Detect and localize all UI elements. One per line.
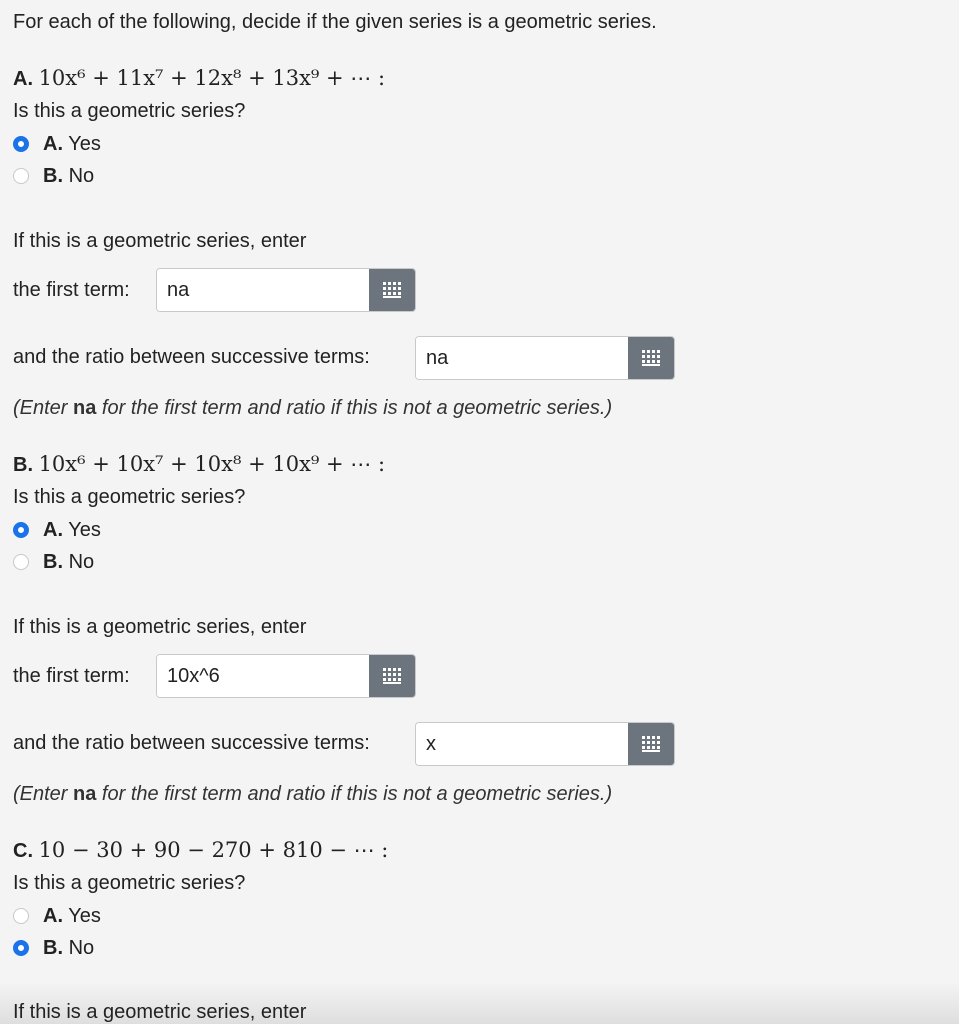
problem-a-enter-prompt: If this is a geometric series, enter — [13, 230, 307, 252]
problem-c-label: C. — [13, 840, 33, 862]
option-key: A. — [43, 519, 63, 541]
problem-b-option-no[interactable]: B. No — [43, 550, 94, 574]
note-text: for the first term and ratio if this is … — [96, 397, 613, 419]
problem-b-first-term-input[interactable] — [157, 655, 369, 697]
option-key: A. — [43, 133, 63, 155]
option-key: B. — [43, 551, 63, 573]
note-text: (Enter — [13, 397, 74, 419]
keypad-grid-icon — [383, 282, 401, 298]
problem-c-series: 10 − 30 + 90 − 270 + 810 − ⋯ : — [38, 838, 389, 862]
problem-a-first-term-keypad-button[interactable] — [369, 269, 415, 311]
keypad-grid-icon — [383, 668, 401, 684]
problem-a-ratio-input[interactable] — [416, 337, 628, 379]
problem-a-note: (Enter na for the first term and ratio i… — [13, 396, 612, 420]
problem-c-option-no[interactable]: B. No — [43, 936, 94, 960]
note-na: na — [73, 783, 97, 805]
problem-b-ratio-keypad-button[interactable] — [628, 723, 674, 765]
note-na: na — [73, 397, 97, 419]
problem-a-header: A. 10x⁶ + 11x⁷ + 12x⁸ + 13x⁹ + ⋯ : — [13, 66, 385, 91]
keypad-grid-icon — [642, 736, 660, 752]
option-text: Yes — [68, 519, 101, 541]
keypad-grid-icon — [642, 350, 660, 366]
problem-c-enter-prompt: If this is a geometric series, enter — [13, 1001, 307, 1023]
problem-a-series: 10x⁶ + 11x⁷ + 12x⁸ + 13x⁹ + ⋯ : — [38, 66, 386, 90]
option-key: A. — [43, 905, 63, 927]
problem-a-first-term-input[interactable] — [157, 269, 369, 311]
problem-c-option-yes[interactable]: A. Yes — [43, 904, 101, 928]
option-key: B. — [43, 937, 63, 959]
problem-b-label: B. — [13, 454, 33, 476]
problem-b-first-term-field — [156, 654, 416, 698]
note-text: for the first term and ratio if this is … — [96, 783, 613, 805]
problem-a-radio-no[interactable] — [13, 168, 29, 184]
problem-b-radio-no[interactable] — [13, 554, 29, 570]
problem-b-option-yes[interactable]: A. Yes — [43, 518, 101, 542]
problem-a-label: A. — [13, 68, 33, 90]
problem-b-first-term-label: the first term: — [13, 665, 130, 687]
option-text: No — [68, 165, 95, 187]
problem-a-ratio-label: and the ratio between successive terms: — [13, 346, 370, 368]
problem-b-series: 10x⁶ + 10x⁷ + 10x⁸ + 10x⁹ + ⋯ : — [38, 452, 386, 476]
problem-b-question: Is this a geometric series? — [13, 486, 246, 508]
problem-b-first-term-keypad-button[interactable] — [369, 655, 415, 697]
problem-b-ratio-input[interactable] — [416, 723, 628, 765]
problem-a-first-term-label: the first term: — [13, 279, 130, 301]
problem-c-radio-no[interactable] — [13, 940, 29, 956]
problem-b-enter-prompt: If this is a geometric series, enter — [13, 616, 307, 638]
problem-b-radio-yes[interactable] — [13, 522, 29, 538]
problem-a-ratio-keypad-button[interactable] — [628, 337, 674, 379]
option-key: B. — [43, 165, 63, 187]
option-text: Yes — [68, 905, 101, 927]
problem-c-question: Is this a geometric series? — [13, 872, 246, 894]
option-text: Yes — [68, 133, 101, 155]
problem-b-ratio-label: and the ratio between successive terms: — [13, 732, 370, 754]
problem-a-option-yes[interactable]: A. Yes — [43, 132, 101, 156]
problem-b-header: B. 10x⁶ + 10x⁷ + 10x⁸ + 10x⁹ + ⋯ : — [13, 452, 385, 477]
option-text: No — [68, 937, 95, 959]
problem-c-header: C. 10 − 30 + 90 − 270 + 810 − ⋯ : — [13, 838, 388, 863]
option-text: No — [68, 551, 95, 573]
problem-a-question: Is this a geometric series? — [13, 100, 246, 122]
problem-a-ratio-field — [415, 336, 675, 380]
problem-a-option-no[interactable]: B. No — [43, 164, 94, 188]
problem-b-note: (Enter na for the first term and ratio i… — [13, 782, 612, 806]
instructions: For each of the following, decide if the… — [13, 11, 657, 33]
problem-a-radio-yes[interactable] — [13, 136, 29, 152]
problem-c-radio-yes[interactable] — [13, 908, 29, 924]
problem-b-ratio-field — [415, 722, 675, 766]
problem-a-first-term-field — [156, 268, 416, 312]
note-text: (Enter — [13, 783, 74, 805]
